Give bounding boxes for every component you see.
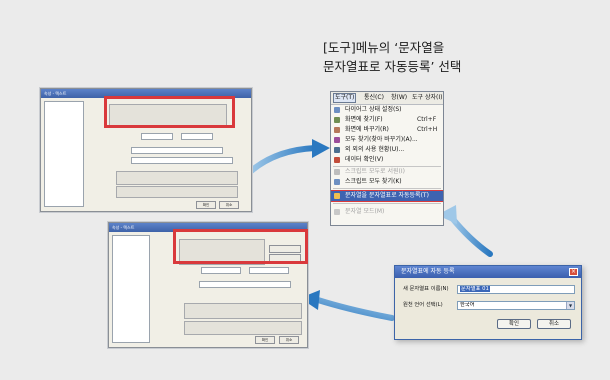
cancel-button[interactable]: 취소 bbox=[537, 319, 571, 329]
table-name-value: 문자열표 01 bbox=[460, 286, 490, 292]
usage-icon bbox=[334, 147, 340, 153]
find-all-icon bbox=[334, 137, 340, 143]
caption-line-2: 문자열표로 자동등록’ 선택 bbox=[323, 59, 462, 74]
group-top-2 bbox=[116, 186, 238, 198]
menubar-item-tools[interactable]: 도구(T) bbox=[333, 93, 357, 103]
ok-button-top[interactable]: 확인 bbox=[196, 201, 216, 209]
menu-item-string-mode: 문자열 모드(M) bbox=[331, 207, 443, 217]
menu-item-diag-settings[interactable]: 다이어그 상태 설정(S) bbox=[331, 105, 443, 115]
menu-separator-2 bbox=[333, 188, 441, 189]
find-icon bbox=[334, 117, 340, 123]
table-name-label: 새 문자열표 이름(N) bbox=[403, 286, 449, 292]
cancel-button-top[interactable]: 취소 bbox=[219, 201, 239, 209]
script-find-icon bbox=[334, 179, 340, 185]
menubar: 도구(T) 통신(C) 창(W) 도구 상자(I) bbox=[331, 92, 443, 105]
auto-register-dialog: 문자열표에 자동 등록 × 새 문자열표 이름(N) 문자열표 01 원천 언어… bbox=[394, 265, 582, 340]
dialog-title: 문자열표에 자동 등록 bbox=[401, 268, 455, 275]
arrow-to-menu bbox=[247, 145, 318, 175]
group-top-1 bbox=[116, 171, 238, 185]
group-bottom-1 bbox=[184, 303, 302, 319]
menubar-item-toolbox[interactable]: 도구 상자(I) bbox=[412, 94, 442, 102]
menu-item-find-all[interactable]: 모두 찾기(찾아 바꾸기)(A)... bbox=[331, 135, 443, 145]
menu-item-usage[interactable]: 외 외의 사용 현황(U)... bbox=[331, 145, 443, 155]
field-top-3[interactable] bbox=[131, 147, 223, 154]
menu-item-replace[interactable]: 화면에 바꾸기(R) Ctrl+H bbox=[331, 125, 443, 135]
caption: [도구]메뉴의 ‘문자열을 문자열표로 자동등록’ 선택 bbox=[323, 38, 461, 76]
string-mode-icon bbox=[334, 209, 340, 215]
source-language-select[interactable]: 한국어 ▼ bbox=[457, 301, 575, 310]
field-top-2[interactable] bbox=[181, 133, 213, 140]
table-name-input[interactable]: 문자열표 01 bbox=[457, 285, 575, 294]
close-icon[interactable]: × bbox=[569, 268, 578, 276]
highlight-frame-top bbox=[104, 96, 235, 128]
menubar-item-comm[interactable]: 통신(C) bbox=[364, 94, 384, 102]
highlight-frame-bottom bbox=[173, 229, 308, 264]
field-bottom-3[interactable] bbox=[199, 281, 291, 288]
ok-button[interactable]: 확인 bbox=[497, 319, 531, 329]
string-table-icon bbox=[334, 193, 340, 199]
field-top-1[interactable] bbox=[141, 133, 173, 140]
source-language-value: 한국어 bbox=[460, 302, 475, 308]
field-bottom-2[interactable] bbox=[249, 267, 289, 274]
ok-button-bottom[interactable]: 확인 bbox=[255, 336, 275, 344]
tree-panel-bottom[interactable] bbox=[112, 235, 150, 343]
menu-item-auto-register-strings[interactable]: 문자열을 문자열표로 자동등록(T) bbox=[331, 190, 443, 202]
arrow-to-bottom-window bbox=[315, 297, 395, 321]
tools-menu-window: 도구(T) 통신(C) 창(W) 도구 상자(I) 다이어그 상태 설정(S) … bbox=[330, 91, 444, 226]
chevron-down-icon[interactable]: ▼ bbox=[566, 302, 574, 309]
settings-icon bbox=[334, 107, 340, 113]
caption-line-1: [도구]메뉴의 ‘문자열을 bbox=[323, 40, 445, 55]
cancel-button-bottom[interactable]: 취소 bbox=[279, 336, 299, 344]
source-language-label: 원천 언어 선택(L) bbox=[403, 302, 443, 308]
field-bottom-1[interactable] bbox=[201, 267, 241, 274]
tree-panel[interactable] bbox=[44, 101, 84, 207]
check-icon bbox=[334, 157, 340, 163]
menu-separator-3 bbox=[333, 203, 441, 204]
menu-item-find[interactable]: 화면에 찾기(F) Ctrl+F bbox=[331, 115, 443, 125]
menu-item-script-source: 스크립트 모두로 서원(I) bbox=[331, 167, 443, 177]
arrow-to-dialog bbox=[449, 215, 493, 257]
auto-register-dialog-titlebar: 문자열표에 자동 등록 × bbox=[395, 266, 581, 278]
field-top-4[interactable] bbox=[131, 157, 233, 164]
replace-icon bbox=[334, 127, 340, 133]
menu-item-script-find[interactable]: 스크립트 모두 찾기(K) bbox=[331, 177, 443, 187]
menubar-item-window[interactable]: 창(W) bbox=[391, 94, 407, 102]
menu-item-data-check[interactable]: 데이터 확인(V) bbox=[331, 155, 443, 165]
arrow-to-menu-head bbox=[312, 139, 330, 158]
script-icon bbox=[334, 169, 340, 175]
group-bottom-2 bbox=[184, 321, 302, 335]
